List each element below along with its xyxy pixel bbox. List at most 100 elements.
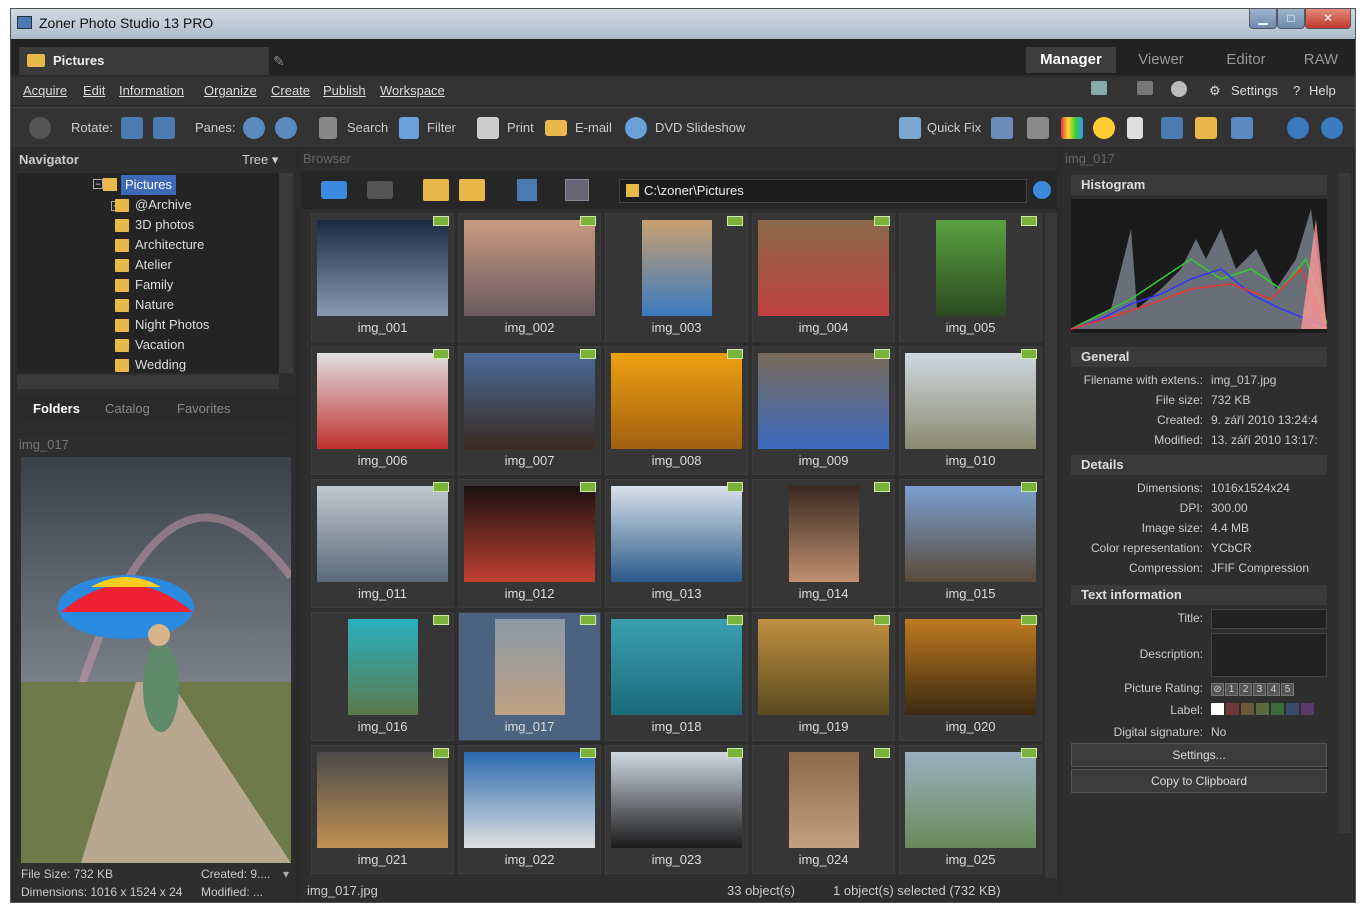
rating-4[interactable]: 4 <box>1267 683 1280 696</box>
tree-mode-dropdown[interactable]: Tree ▾ <box>242 149 278 171</box>
pane-right-icon[interactable] <box>275 117 297 139</box>
export-icon[interactable] <box>1195 117 1217 139</box>
label-yellow-swatch[interactable] <box>1256 703 1269 715</box>
rotate-right-icon[interactable] <box>153 117 175 139</box>
search-button[interactable]: Search <box>347 120 388 135</box>
thumbnail-item[interactable]: img_024 <box>752 745 895 874</box>
label-green-swatch[interactable] <box>1271 703 1284 715</box>
thumbnail-item[interactable]: img_006 <box>311 346 454 475</box>
print-icon[interactable] <box>477 117 499 139</box>
tree-item[interactable]: Nature <box>115 295 174 315</box>
section-text-information[interactable]: Text information <box>1071 585 1327 605</box>
rating-2[interactable]: 2 <box>1239 683 1252 696</box>
description-input[interactable] <box>1211 633 1327 677</box>
color-icon[interactable] <box>1061 117 1083 139</box>
dvd-slideshow-button[interactable]: DVD Slideshow <box>655 120 745 135</box>
forward-arrow-icon[interactable] <box>367 181 393 199</box>
tree-item[interactable]: @Archive <box>115 195 192 215</box>
maximize-button[interactable]: □ <box>1277 9 1305 29</box>
thumbnail-item[interactable]: img_022 <box>458 745 601 874</box>
quick-fix-button[interactable]: Quick Fix <box>927 120 981 135</box>
thumbnail-item[interactable]: img_004 <box>752 213 895 342</box>
folder-up-icon[interactable] <box>423 179 449 201</box>
back-arrow-icon[interactable] <box>321 181 347 199</box>
thumbnail-item[interactable]: img_025 <box>899 745 1042 874</box>
settings-menu[interactable]: Settings <box>1231 83 1278 98</box>
thumbnail-item[interactable]: img_010 <box>899 346 1042 475</box>
tree-item[interactable]: Wedding <box>115 355 186 373</box>
copy-to-clipboard-button[interactable]: Copy to Clipboard <box>1071 769 1327 793</box>
rotate-left-icon[interactable] <box>121 117 143 139</box>
dvd-icon[interactable] <box>625 117 647 139</box>
close-button[interactable]: ✕ <box>1305 9 1351 29</box>
monitor-icon[interactable] <box>1091 81 1107 95</box>
tab-folders[interactable]: Folders <box>33 401 80 416</box>
upload-icon[interactable] <box>1321 117 1343 139</box>
menu-edit[interactable]: Edit <box>83 83 105 98</box>
tree-item-pictures[interactable]: Pictures <box>121 175 176 195</box>
tree-item[interactable]: Atelier <box>115 255 172 275</box>
screen-icon[interactable] <box>1137 81 1153 95</box>
thumbnail-item[interactable]: img_001 <box>311 213 454 342</box>
tree-item[interactable]: 3D photos <box>115 215 194 235</box>
properties-scrollbar[interactable] <box>1339 173 1351 833</box>
path-input[interactable]: C:\zoner\Pictures <box>619 179 1027 203</box>
tree-item[interactable]: Architecture <box>115 235 204 255</box>
thumbnail-item[interactable]: img_002 <box>458 213 601 342</box>
thumbnail-item[interactable]: img_015 <box>899 479 1042 608</box>
pencil-icon[interactable]: ✎ <box>273 53 285 70</box>
rating-5[interactable]: 5 <box>1281 683 1294 696</box>
filter-button[interactable]: Filter <box>427 120 456 135</box>
section-details[interactable]: Details <box>1071 455 1327 475</box>
thumbnail-item[interactable]: img_021 <box>311 745 454 874</box>
thumbnail-item[interactable]: img_014 <box>752 479 895 608</box>
chevron-down-icon[interactable]: ▾ <box>283 867 289 881</box>
tree-horizontal-scrollbar[interactable] <box>17 375 279 389</box>
location-tab[interactable]: Pictures <box>19 47 269 75</box>
tab-favorites[interactable]: Favorites <box>177 401 230 416</box>
crop-icon[interactable] <box>1161 117 1183 139</box>
quick-fix-icon[interactable] <box>899 117 921 139</box>
thumbnail-item[interactable]: img_018 <box>605 612 748 741</box>
tree-item[interactable]: Vacation <box>115 335 185 355</box>
favorite-folder-icon[interactable] <box>459 179 485 201</box>
help-menu[interactable]: Help <box>1309 83 1336 98</box>
thumbnail-item[interactable]: img_020 <box>899 612 1042 741</box>
curves-icon[interactable] <box>1027 117 1049 139</box>
search-icon[interactable] <box>319 117 337 139</box>
menu-publish[interactable]: Publish <box>323 83 366 98</box>
thumbnail-item[interactable]: img_013 <box>605 479 748 608</box>
levels-icon[interactable] <box>991 117 1013 139</box>
tree-item[interactable]: Night Photos <box>115 315 209 335</box>
thumbnail-item[interactable]: img_016 <box>311 612 454 741</box>
batch-icon[interactable] <box>1231 117 1253 139</box>
menu-acquire[interactable]: Acquire <box>23 83 67 98</box>
rating-none-icon[interactable]: ⊘ <box>1211 683 1224 696</box>
sort-icon[interactable] <box>517 179 537 201</box>
tab-viewer[interactable]: Viewer <box>1121 47 1201 73</box>
menu-information[interactable]: Information <box>119 83 184 98</box>
thumbnail-item[interactable]: img_017 <box>458 612 601 741</box>
thumbnail-item[interactable]: img_007 <box>458 346 601 475</box>
email-icon[interactable] <box>545 120 567 136</box>
section-general[interactable]: General <box>1071 347 1327 367</box>
thumbnail-item[interactable]: img_008 <box>605 346 748 475</box>
section-histogram[interactable]: Histogram <box>1071 175 1327 195</box>
rating-3[interactable]: 3 <box>1253 683 1266 696</box>
settings-button[interactable]: Settings... <box>1071 743 1327 767</box>
label-red-swatch[interactable] <box>1226 703 1239 715</box>
tree-vertical-scrollbar[interactable] <box>279 173 293 373</box>
camera-icon[interactable] <box>29 117 51 139</box>
rating-1[interactable]: 1 <box>1225 683 1238 696</box>
email-button[interactable]: E-mail <box>575 120 612 135</box>
pane-left-icon[interactable] <box>243 117 265 139</box>
tab-raw[interactable]: RAW <box>1291 47 1351 73</box>
menu-workspace[interactable]: Workspace <box>380 83 445 98</box>
thumbnail-item[interactable]: img_012 <box>458 479 601 608</box>
filter-icon[interactable] <box>399 117 419 139</box>
thumbnail-item[interactable]: img_003 <box>605 213 748 342</box>
globe-icon[interactable] <box>1171 81 1187 97</box>
view-mode-icon[interactable] <box>565 179 589 201</box>
tree-item[interactable]: Family <box>115 275 173 295</box>
print-button[interactable]: Print <box>507 120 534 135</box>
